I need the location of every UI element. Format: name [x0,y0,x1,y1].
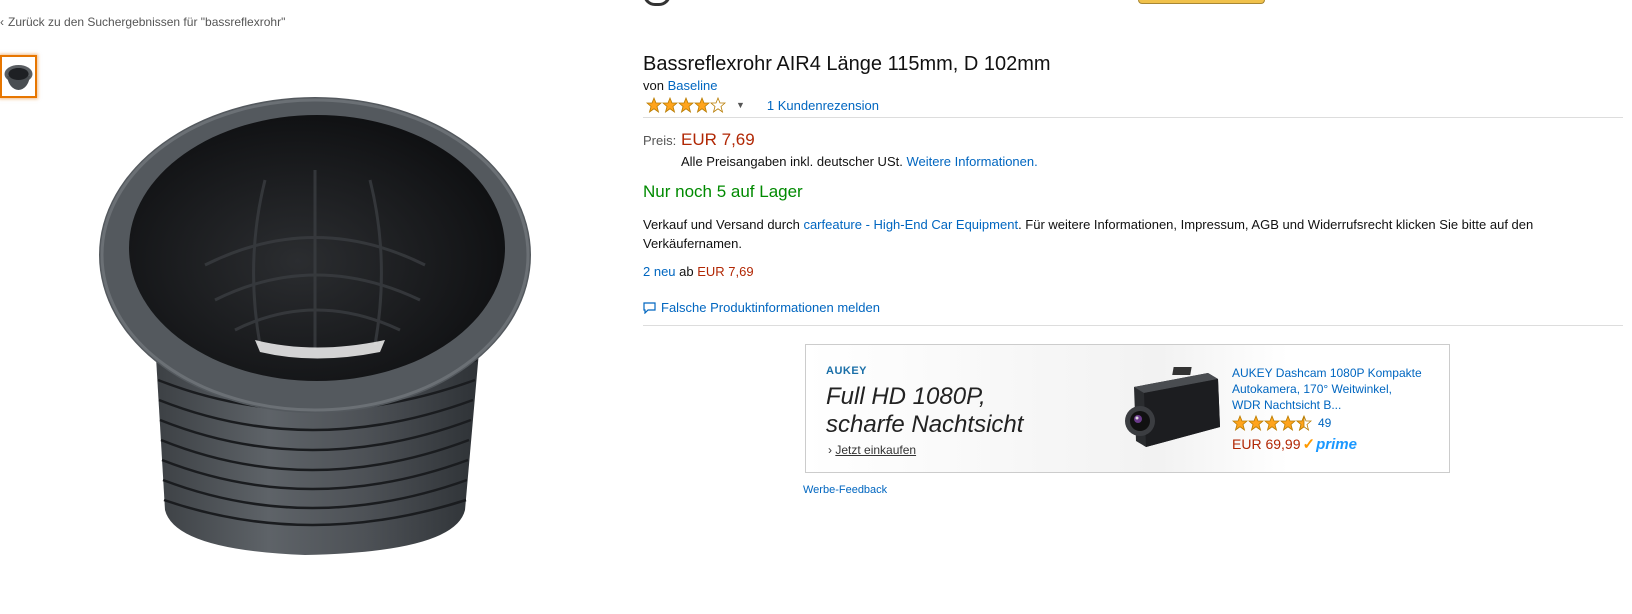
chevron-left-icon: ‹ [0,15,4,29]
report-wrong-info-link[interactable]: Falsche Produktinformationen melden [643,300,880,315]
offers-mid: ab [675,264,698,279]
brand-link[interactable]: Baseline [668,78,718,93]
ad-rating-row: 49 [1232,415,1331,431]
report-label: Falsche Produktinformationen melden [661,300,880,315]
ad-review-count[interactable]: 49 [1318,416,1331,430]
vat-text: Alle Preisangaben inkl. deutscher USt. [681,154,907,169]
vat-note: Alle Preisangaben inkl. deutscher USt. W… [681,154,1038,169]
offers-line: 2 neu ab EUR 7,69 [643,264,754,279]
brand-line: von Baseline [643,78,717,93]
comment-icon [643,301,656,314]
product-main-image[interactable] [95,90,565,590]
ad-headline: Full HD 1080P, scharfe Nachtsicht [826,383,1086,439]
ad-shop-link[interactable]: › Jetzt einkaufen [828,443,916,457]
rating-row: ▼ 1 Kundenrezension [646,96,879,114]
rating-stars-icon[interactable] [646,97,726,113]
ad-headline-line-1: Full HD 1080P, [826,383,986,410]
ad-price: EUR 69,99 [1232,436,1301,452]
prime-badge: ✓prime [1302,435,1356,453]
new-offers-link[interactable]: 2 neu [643,264,676,279]
header-logo-fragment [643,0,671,6]
ad-shop-label: Jetzt einkaufen [835,443,917,457]
ad-headline-line-2: scharfe Nachtsicht [826,411,1024,438]
ad-brand: AUKEY [826,365,868,377]
divider [643,325,1623,326]
price-label: Preis: [643,133,677,148]
ad-feedback-link[interactable]: Werbe-Feedback [803,484,887,496]
image-thumbnail[interactable] [0,55,37,98]
ad-product-image[interactable] [1116,365,1226,457]
divider [643,117,1623,118]
price-value: EUR 7,69 [681,130,755,149]
back-link-label: Zurück zu den Suchergebnissen für "bassr… [8,15,286,29]
offers-price: EUR 7,69 [697,264,754,279]
seller-link[interactable]: carfeature - High-End Car Equipment [803,217,1018,232]
back-to-results-link[interactable]: ‹ Zurück zu den Suchergebnissen für "bass… [0,15,285,29]
ad-rating-stars-icon [1232,415,1312,431]
ad-price-row: EUR 69,99 ✓prime [1232,435,1357,453]
availability-status: Nur noch 5 auf Lager [643,182,803,201]
prime-check-icon: ✓ [1302,436,1316,453]
sponsored-ad[interactable]: AUKEY Full HD 1080P, scharfe Nachtsicht … [805,344,1450,473]
header-button-fragment[interactable] [1138,0,1265,4]
product-title: Bassreflexrohr AIR4 Länge 115mm, D 102mm [643,53,1051,75]
vat-more-info-link[interactable]: Weitere Informationen. [906,154,1037,169]
review-count-link[interactable]: 1 Kundenrezension [767,98,879,113]
prime-label: prime [1316,436,1357,453]
seller-prefix: Verkauf und Versand durch [643,217,804,232]
dropdown-caret-icon[interactable]: ▼ [736,100,745,110]
ad-product-title-link[interactable]: AUKEY Dashcam 1080P Kompakte Autokamera,… [1232,365,1422,413]
seller-info: Verkauf und Versand durch carfeature - H… [643,215,1563,253]
brand-prefix: von [643,78,668,93]
